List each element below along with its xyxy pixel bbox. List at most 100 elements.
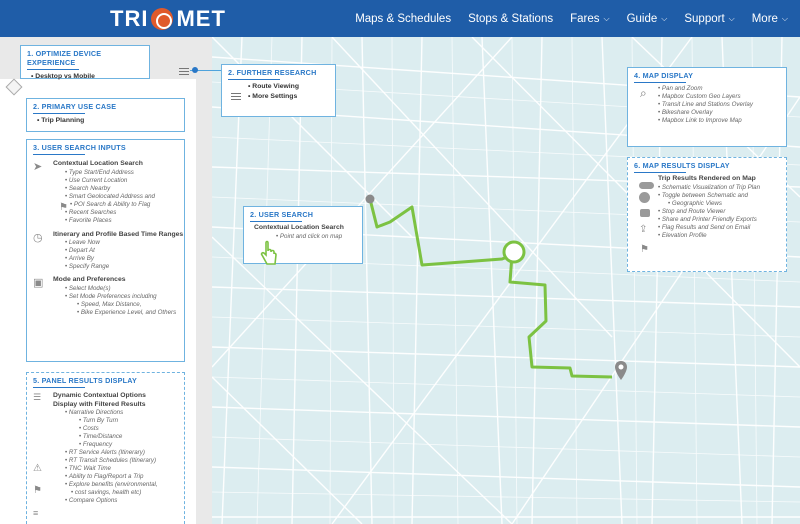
nav-label: Maps & Schedules (355, 12, 452, 25)
toggle-icon (639, 182, 654, 189)
nav-fares[interactable]: Fares ⌵ (570, 13, 609, 25)
list-item: Narrative Directions (53, 409, 184, 417)
chevron-down-icon: ⌵ (603, 13, 610, 23)
box-title: 6. Map Results Display (628, 158, 786, 175)
list-item: Costs (53, 425, 184, 433)
box-panel-results-display: 5. Panel Results Display ☰ Dynamic Conte… (26, 372, 185, 524)
nav-label: More (751, 12, 778, 25)
bus-icon: ▣ (33, 277, 44, 289)
menu-icon[interactable] (179, 66, 189, 77)
route-start-point (365, 194, 375, 204)
list-item-continuation: Speed, Max Distance, (53, 301, 184, 309)
list-item: Arrive By (53, 255, 184, 263)
box-title: 1. Optimize Device Experience (21, 46, 149, 72)
destination-pin-icon[interactable] (614, 360, 628, 382)
box-further-research: 2. Further Research Route Viewing More S… (221, 64, 336, 117)
logo-mark-icon (151, 8, 174, 30)
list-item: Time/Distance (53, 433, 184, 441)
section-heading: Contextual Location Search (53, 160, 143, 167)
chevron-down-icon: ⌵ (661, 13, 668, 23)
trip-route-line (368, 198, 613, 379)
box-map-results-display: 6. Map Results Display Trip Results Rend… (627, 157, 787, 272)
list-item: Type Start/End Address (53, 169, 184, 177)
nav-guide[interactable]: Guide ⌵ (627, 13, 668, 25)
layers-icon (639, 192, 650, 203)
chevron-down-icon: ⌵ (781, 13, 788, 23)
list-item: Turn By Turn (53, 417, 184, 425)
list-item: Smart Geolocated Address and (53, 193, 184, 201)
connector-dot (192, 67, 198, 73)
chat-icon (640, 209, 650, 217)
list-item: Mapbox Link to Improve Map (628, 117, 786, 125)
list-icon: ☰ (33, 392, 42, 402)
zoom-magnifier-icon: ⌕ (640, 86, 647, 100)
list-item: Transit Line and Stations Overlay (628, 101, 786, 109)
list-item: Select Mode(s) (53, 285, 184, 293)
box-item: Trip Planning (27, 116, 184, 126)
share-icon: ⇪ (639, 224, 648, 235)
list-item-continuation: Bike Experience Level, and Others (53, 309, 184, 317)
section-heading: Contextual Location Search (254, 224, 344, 231)
list-item: Explore benefits (environmental, (53, 481, 184, 489)
nav-label: Support (684, 12, 725, 25)
list-item: Bikeshare Overlay (628, 109, 786, 117)
list-item-continuation: Geographic Views (628, 200, 786, 208)
section-time-ranges: ◷ Itinerary and Profile Based Time Range… (27, 231, 184, 272)
list-item: RT Transit Schedules (Itinerary) (53, 457, 184, 465)
trimet-logo[interactable]: TRI MET (110, 6, 226, 32)
section-location-search: ➤ Contextual Location Search Type Start/… (27, 160, 184, 225)
nav-more[interactable]: More ⌵ (752, 13, 788, 25)
section-mode-preferences: ▣ Mode and Preferences Select Mode(s) Se… (27, 276, 184, 317)
list-item: Recent Searches (53, 209, 184, 217)
box-title: 2. Primary Use Case (27, 99, 184, 116)
section-dynamic-options: ☰ Dynamic Contextual Options Display wit… (27, 392, 184, 505)
list-item: Specify Range (53, 263, 184, 271)
list-item: Use Current Location (53, 177, 184, 185)
chevron-down-icon: ⌵ (728, 13, 735, 23)
location-arrow-icon: ➤ (33, 161, 43, 173)
nav-label: Guide (626, 12, 658, 25)
compare-icon: ≡ (33, 508, 39, 518)
list-item: Stop and Route Viewer (628, 208, 786, 216)
menu-icon (231, 91, 241, 102)
box-map-display: 4. Map Display ⌕ Pan and Zoom Mapbox Cus… (627, 67, 787, 147)
list-item: RT Service Alerts (Itinerary) (53, 449, 184, 457)
box-title: 4. Map Display (628, 68, 786, 85)
box-optimize-device: 1. Optimize Device Experience Desktop vs… (20, 45, 150, 82)
list-item: Pan and Zoom (628, 85, 786, 93)
list-item: TNC Wait Time (53, 465, 184, 473)
nav-stops-stations[interactable]: Stops & Stations (468, 13, 553, 25)
box-primary-use-case: 2. Primary Use Case Trip Planning (26, 98, 185, 132)
list-item: Search Nearby (53, 185, 184, 193)
alert-icon: ⚠ (33, 463, 42, 474)
list-item-continuation: cost savings, health etc) (53, 489, 184, 497)
box-user-search-inputs: 3. User Search Inputs ➤ Contextual Locat… (26, 139, 185, 362)
list-item: Toggle between Schematic and (628, 192, 786, 200)
logo-text-right: MET (176, 6, 226, 31)
flag-icon: ⚑ (33, 485, 42, 496)
top-nav-bar: TRI MET Maps & Schedules Stops & Station… (0, 0, 800, 37)
list-item: Share and Printer Friendly Exports (628, 216, 786, 224)
list-item: Compare Options (53, 497, 184, 505)
list-item: Mapbox Custom Geo Layers (628, 93, 786, 101)
nav-support[interactable]: Support ⌵ (684, 13, 734, 25)
flag-icon: ⚑ (640, 244, 649, 255)
nav-label: Fares (570, 12, 600, 25)
list-item: Ability to Flag/Report a Trip (53, 473, 184, 481)
main-nav: Maps & Schedules Stops & Stations Fares ⌵… (355, 0, 800, 37)
list-item: Leave Now (53, 239, 184, 247)
nav-maps-schedules[interactable]: Maps & Schedules (355, 13, 451, 25)
box-item: Desktop vs Mobile (21, 72, 149, 82)
nav-label: Stops & Stations (468, 12, 554, 25)
section-heading: Dynamic Contextual Options Display with … (53, 392, 146, 408)
clock-icon: ◷ (33, 231, 43, 244)
list-item: Elevation Profile (628, 232, 786, 240)
list-item: Set Mode Preferences including (53, 293, 184, 301)
list-item: Favorite Places (53, 217, 184, 225)
box-title: 5. Panel Results Display (27, 373, 184, 390)
route-waypoint (502, 240, 526, 264)
pointer-hand-icon (260, 240, 277, 265)
section-heading: Itinerary and Profile Based Time Ranges (53, 230, 184, 238)
list-item: Frequency (53, 441, 184, 449)
box-title: 2. Further Research (222, 65, 335, 82)
